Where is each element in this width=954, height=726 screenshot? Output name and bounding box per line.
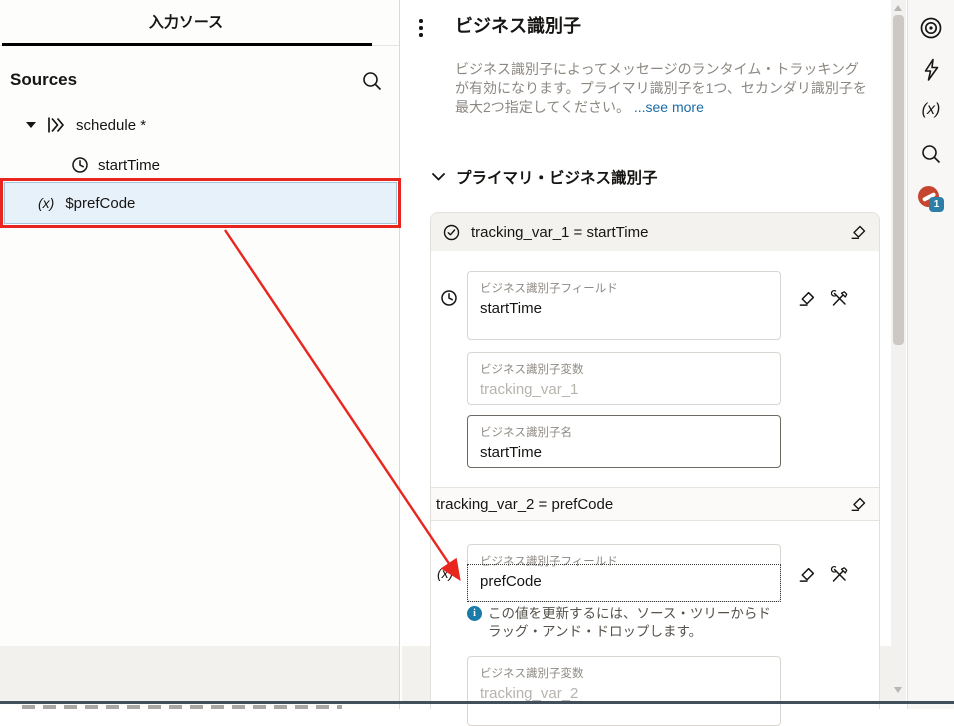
tracker1-header: tracking_var_1 = startTime (431, 213, 879, 251)
schedule-icon (45, 116, 67, 134)
tree-item-prefcode-label: $prefCode (65, 195, 135, 212)
drop-target-outline (467, 564, 781, 602)
tracker1-name-input[interactable]: ビジネス識別子名 startTime (467, 415, 781, 468)
primary-identifier-section-header[interactable]: プライマリ・ビジネス識別子 (432, 166, 658, 188)
panel-description: ビジネス識別子によってメッセージのランタイム・トラッキングが有効になります。プラ… (455, 60, 871, 117)
expression-icon: (x) (38, 195, 54, 211)
eraser-icon[interactable] (797, 290, 816, 308)
lightning-icon[interactable] (908, 58, 954, 82)
panel-menu-button[interactable] (411, 17, 431, 43)
drag-drop-info-text: この値を更新するには、ソース・ツリーからドラッグ・アンド・ドロップします。 (488, 605, 781, 640)
info-icon: i (467, 606, 482, 621)
tracker1-field-input[interactable]: ビジネス識別子フィールド startTime (467, 271, 781, 340)
left-panel-footer-area (0, 646, 399, 701)
tab-input-sources-label: 入力ソース (149, 11, 223, 32)
tools-icon[interactable] (829, 289, 849, 309)
tracker1-field-value: startTime (480, 300, 768, 317)
tracker1-actions (797, 289, 849, 309)
expand-caret-icon[interactable] (26, 122, 36, 128)
left-tab-bar: 入力ソース (0, 0, 399, 46)
right-icon-rail: (x) 1 (907, 0, 954, 709)
scroll-up-icon[interactable] (894, 5, 902, 11)
eraser-icon[interactable] (797, 566, 816, 584)
tools-icon[interactable] (829, 565, 849, 585)
error-count-badge: 1 (929, 197, 944, 212)
input-sources-panel: 入力ソース Sources schedule * startTime (x) $… (0, 0, 400, 709)
tracker1-variable-value: tracking_var_1 (480, 381, 768, 398)
identifiers-card: tracking_var_1 = startTime ビジネス識別子フィールド … (430, 212, 880, 709)
tracker1-name-value: startTime (480, 444, 768, 461)
scrollbar-thumb[interactable] (893, 15, 904, 345)
tracker2-header-label: tracking_var_2 = prefCode (436, 496, 613, 513)
tracker1-name-label: ビジネス識別子名 (480, 424, 768, 440)
bottom-divider (0, 701, 954, 704)
tree-item-schedule[interactable]: schedule * (26, 112, 146, 138)
tracker2-header: tracking_var_2 = prefCode (431, 487, 879, 521)
annotation-highlight-box: (x) $prefCode (0, 178, 401, 228)
tracker1-field-label: ビジネス識別子フィールド (480, 280, 768, 296)
chevron-down-icon (432, 173, 445, 181)
tracker1-header-label: tracking_var_1 = startTime (471, 224, 648, 241)
tracker2-variable-input[interactable]: ビジネス識別子変数 tracking_var_2 (467, 656, 781, 726)
panel-title: ビジネス識別子 (455, 12, 581, 38)
eraser-icon[interactable] (849, 496, 867, 513)
expression-icon: (x) (437, 565, 453, 581)
tracker2-variable-label: ビジネス識別子変数 (480, 665, 768, 681)
active-tab-indicator (2, 43, 372, 46)
clock-icon (71, 156, 89, 174)
scroll-down-icon[interactable] (894, 687, 902, 693)
tracker2-field-droptarget[interactable]: ビジネス識別子フィールド prefCode (467, 544, 781, 602)
tree-item-starttime-label: startTime (98, 157, 160, 174)
business-identifier-panel: ビジネス識別子 ビジネス識別子によってメッセージのランタイム・トラッキングが有効… (402, 0, 891, 709)
tracker2-actions (797, 565, 849, 585)
primary-identifier-section-label: プライマリ・ビジネス識別子 (456, 166, 658, 188)
tree-item-starttime[interactable]: startTime (71, 152, 160, 178)
search-icon[interactable] (361, 70, 383, 92)
eraser-icon[interactable] (849, 224, 867, 241)
tree-item-prefcode[interactable]: (x) $prefCode (4, 182, 397, 224)
expression-glyph: (x) (922, 101, 941, 119)
tracker2-variable-value: tracking_var_2 (480, 685, 768, 702)
target-icon[interactable] (908, 15, 954, 41)
tab-input-sources[interactable]: 入力ソース (0, 0, 372, 43)
tracker1-variable-label: ビジネス識別子変数 (480, 361, 768, 377)
tree-item-schedule-label: schedule * (76, 117, 146, 134)
clipped-bottom-text (22, 705, 342, 709)
errors-icon[interactable]: 1 (908, 186, 954, 214)
clock-icon (440, 289, 458, 307)
search-icon[interactable] (908, 143, 954, 165)
see-more-link[interactable]: ...see more (634, 99, 704, 115)
check-circle-icon (443, 224, 460, 241)
drag-drop-info-note: i この値を更新するには、ソース・ツリーからドラッグ・アンド・ドロップします。 (467, 605, 781, 640)
sources-header: Sources (0, 66, 399, 96)
tracker1-variable-input[interactable]: ビジネス識別子変数 tracking_var_1 (467, 352, 781, 405)
sources-title: Sources (10, 70, 77, 90)
panel-scrollbar[interactable] (891, 0, 906, 701)
expression-icon[interactable]: (x) (908, 101, 954, 119)
